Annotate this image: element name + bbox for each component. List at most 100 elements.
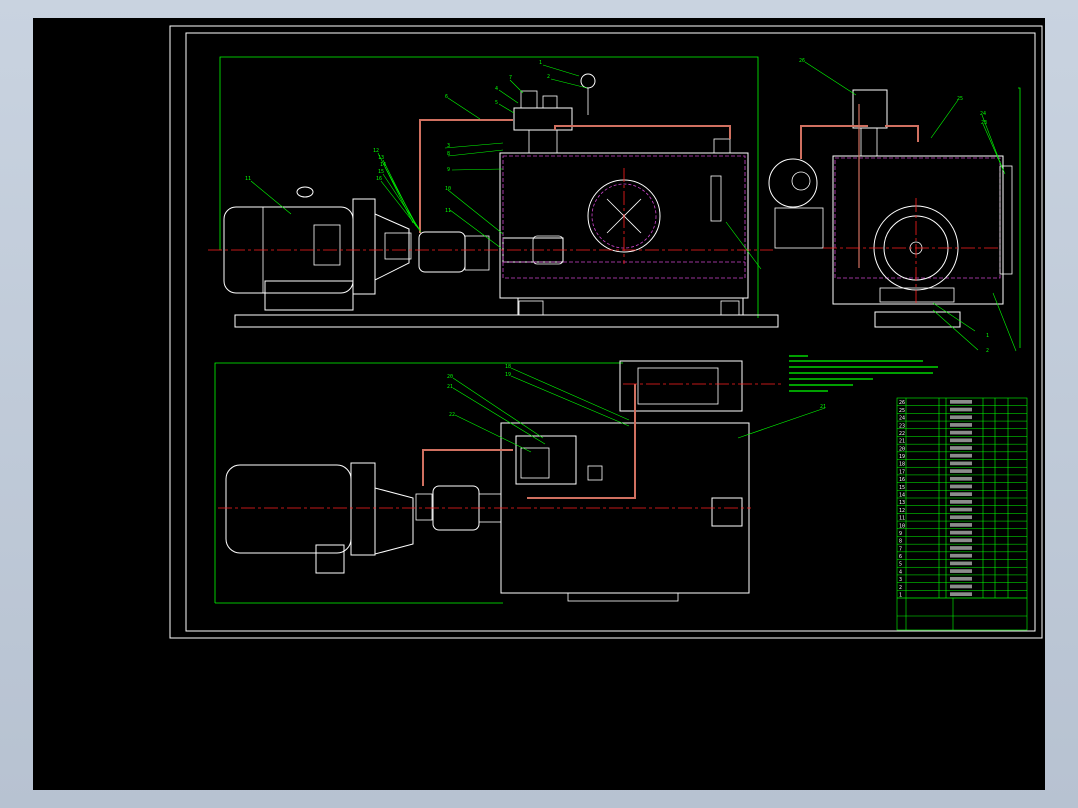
balloon-label: 6 xyxy=(445,94,448,100)
side-valve-stack xyxy=(852,89,888,129)
balloon-label: 13 xyxy=(378,155,384,161)
parts-list-item-number: 5 xyxy=(899,562,902,568)
front-balloon-labels: 11 12 13 14 15 16 6 1 2 7 4 5 3 8 9 10 1… xyxy=(245,60,550,214)
parts-list-item-number: 6 xyxy=(899,554,902,560)
side-view: 26 25 24 23 1 2 xyxy=(768,58,1021,354)
plan-coupling-bell xyxy=(374,487,414,555)
balloon-label: 3 xyxy=(447,143,450,149)
parts-list-item-number: 3 xyxy=(899,577,902,583)
parts-list-item-text xyxy=(950,569,972,573)
parts-list-item-number: 8 xyxy=(899,539,902,545)
parts-list-item-text xyxy=(950,415,972,420)
balloon-label: 12 xyxy=(373,148,379,154)
level-gauge xyxy=(710,175,722,222)
plan-motor xyxy=(225,464,352,554)
parts-list-item-number: 16 xyxy=(899,477,905,483)
side-base xyxy=(874,311,961,328)
lifting-eye xyxy=(296,186,314,198)
plan-balloon-labels: 20 21 22 18 19 21 xyxy=(447,364,826,418)
side-pipe xyxy=(800,125,868,159)
parts-list-item-number: 15 xyxy=(899,485,905,491)
parts-list-item-number: 22 xyxy=(899,431,905,437)
balloon-label: 21 xyxy=(820,404,826,410)
parts-list-item-text xyxy=(950,492,972,496)
parts-list-item-number: 24 xyxy=(899,416,905,422)
hydraulic-station-drawing: 11 12 13 14 15 16 6 1 2 7 4 5 3 8 9 10 1… xyxy=(169,25,1043,639)
balloon-label: 1 xyxy=(986,333,989,339)
motor-feet xyxy=(264,280,354,311)
parts-list-item-text xyxy=(950,484,972,489)
parts-list-item-text xyxy=(950,476,972,481)
side-balloon-labels: 26 25 24 23 1 2 xyxy=(799,58,989,354)
balloon-label: 11 xyxy=(245,176,251,182)
parts-list-item-text xyxy=(950,500,972,504)
sheet-outer-border xyxy=(169,25,1043,639)
motor-flange xyxy=(352,198,376,295)
pump-body xyxy=(418,231,466,273)
plan-dimension-frame xyxy=(214,362,623,603)
balloon-label: 7 xyxy=(509,75,512,81)
parts-list-item-text xyxy=(950,546,972,550)
balloon-label: 16 xyxy=(376,176,382,182)
parts-list-item-text xyxy=(950,576,972,581)
filler-breather xyxy=(713,138,731,154)
parts-list-item-number: 11 xyxy=(899,516,905,522)
balloon-label: 5 xyxy=(495,100,498,106)
balloon-label: 2 xyxy=(547,74,550,80)
balloon-label: 23 xyxy=(981,120,987,126)
parts-list-item-number: 25 xyxy=(899,408,905,414)
parts-list-item-number: 20 xyxy=(899,446,905,452)
parts-list-item-number: 23 xyxy=(899,423,905,429)
balloon-label: 26 xyxy=(799,58,805,64)
balloon-label: 20 xyxy=(447,374,453,380)
parts-list-item-text xyxy=(950,584,972,589)
balloon-label: 21 xyxy=(447,384,453,390)
balloon-label: 18 xyxy=(505,364,511,370)
balloon-label: 14 xyxy=(380,162,386,168)
parts-list-item-number: 17 xyxy=(899,469,905,475)
plan-pipe-2 xyxy=(527,384,636,499)
parts-list-item-number: 9 xyxy=(899,531,902,537)
parts-list-item-number: 10 xyxy=(899,523,905,529)
parts-list-item-text xyxy=(950,423,972,427)
balloon-label: 22 xyxy=(449,412,455,418)
parts-list-item-number: 18 xyxy=(899,462,905,468)
parts-list-item-text xyxy=(950,515,972,520)
parts-list-item-number: 14 xyxy=(899,493,905,499)
technical-notes xyxy=(789,355,938,392)
pressure-gauge xyxy=(580,73,596,89)
parts-list-item-text xyxy=(950,553,972,558)
parts-list-item-text xyxy=(950,453,972,458)
balloon-label: 24 xyxy=(980,111,986,117)
parts-list-item-number: 26 xyxy=(899,400,905,406)
plan-terminal-box xyxy=(315,544,345,574)
parts-list-item-number: 1 xyxy=(899,593,902,599)
sheet-inner-border xyxy=(185,32,1036,632)
balloon-label: 15 xyxy=(378,169,384,175)
terminal-box xyxy=(313,224,341,266)
parts-list-item-number: 21 xyxy=(899,439,905,445)
parts-list-item-number: 12 xyxy=(899,508,905,514)
pressure-pipe-front xyxy=(419,119,513,233)
balloon-label: 25 xyxy=(957,96,963,102)
parts-list-item-text xyxy=(950,538,972,543)
balloon-label: 4 xyxy=(495,86,498,92)
tank-stand xyxy=(517,297,744,316)
balloon-label: 19 xyxy=(505,372,511,378)
parts-list-item-number: 7 xyxy=(899,546,902,552)
cad-viewport[interactable]: 11 12 13 14 15 16 6 1 2 7 4 5 3 8 9 10 1… xyxy=(33,18,1045,790)
coupling-bell xyxy=(374,213,410,281)
balloon-label: 2 xyxy=(986,348,989,354)
parts-list-item-text xyxy=(950,400,972,404)
balloon-label: 11 xyxy=(445,208,451,214)
parts-list-item-text xyxy=(950,446,972,450)
parts-list-item-text xyxy=(950,461,972,466)
parts-list-item-text xyxy=(950,430,972,435)
parts-list-item-number: 2 xyxy=(899,585,902,591)
parts-list-item-text xyxy=(950,530,972,535)
parts-list-item-text xyxy=(950,407,972,412)
balloon-label: 10 xyxy=(445,186,451,192)
parts-list-item-text xyxy=(950,438,972,443)
parts-list-item-text xyxy=(950,523,972,527)
balloon-label: 9 xyxy=(447,167,450,173)
